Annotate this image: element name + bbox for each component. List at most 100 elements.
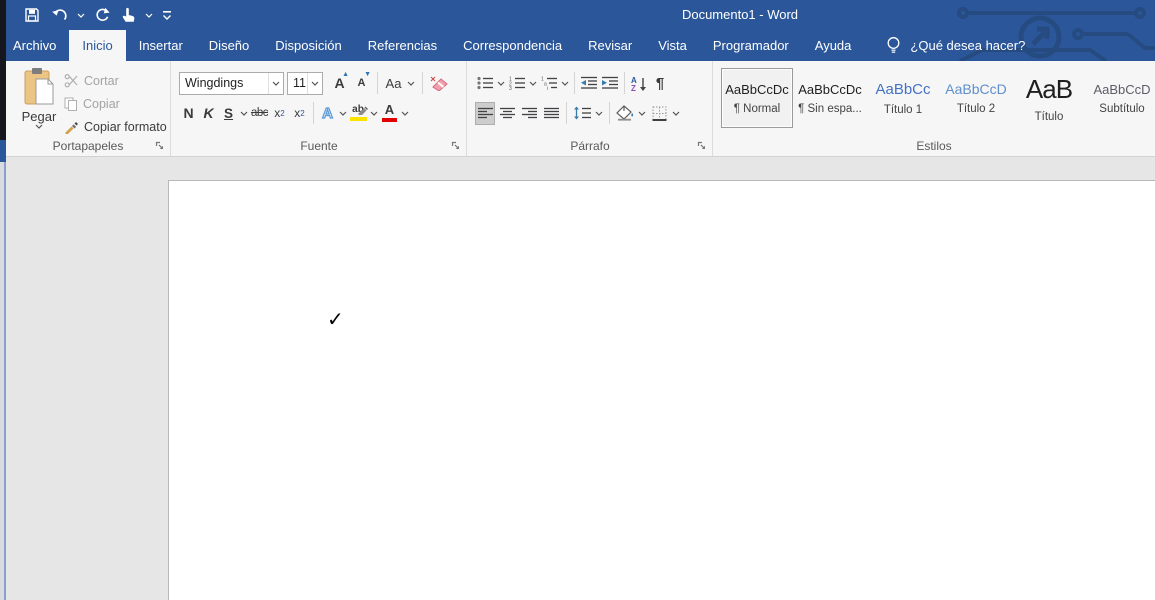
- undo-button[interactable]: [49, 3, 70, 27]
- style-titulo[interactable]: AaB Título: [1013, 68, 1085, 128]
- style-name: Título 2: [956, 103, 996, 115]
- align-right-button[interactable]: [519, 102, 539, 125]
- paragraph-row-2: [475, 100, 681, 126]
- touch-mode-dropdown[interactable]: [145, 3, 153, 27]
- chevron-down-icon[interactable]: [307, 72, 322, 94]
- font-size-combo[interactable]: 11: [287, 71, 323, 95]
- borders-dropdown[interactable]: [671, 102, 681, 125]
- tab-programador[interactable]: Programador: [700, 30, 802, 61]
- highlight-dropdown[interactable]: [369, 102, 379, 125]
- customize-qat-icon: [163, 11, 171, 20]
- font-dialog-launcher[interactable]: [449, 139, 462, 152]
- shading-dropdown[interactable]: [637, 102, 647, 125]
- multilevel-list-button[interactable]: 1ai: [539, 72, 559, 95]
- tab-referencias[interactable]: Referencias: [355, 30, 450, 61]
- paste-label: Pegar: [21, 109, 57, 124]
- bullets-dropdown[interactable]: [496, 72, 506, 95]
- tab-disposicion[interactable]: Disposición: [262, 30, 354, 61]
- tab-diseno[interactable]: Diseño: [196, 30, 262, 61]
- tab-insertar[interactable]: Insertar: [126, 30, 196, 61]
- paragraph-group-label: Párrafo: [570, 139, 610, 153]
- tab-ayuda[interactable]: Ayuda: [802, 30, 865, 61]
- underline-dropdown[interactable]: [239, 102, 249, 125]
- copy-button[interactable]: Copiar: [64, 92, 167, 115]
- format-painter-button[interactable]: Copiar formato: [64, 115, 167, 138]
- multilevel-list-dropdown[interactable]: [560, 72, 570, 95]
- style-sample: AaBbCc: [875, 80, 931, 98]
- style-sample: AaB: [1025, 73, 1073, 104]
- style-subtitulo[interactable]: AaBbCcD Subtítulo: [1086, 68, 1155, 128]
- paste-button[interactable]: Pegar: [16, 67, 62, 141]
- tab-correspondencia[interactable]: Correspondencia: [450, 30, 575, 61]
- save-button[interactable]: [22, 3, 42, 27]
- text-effects-button[interactable]: A: [318, 102, 337, 125]
- customize-qat-button[interactable]: [160, 3, 174, 27]
- style-sin-espaciado[interactable]: AaBbCcDc ¶ Sin espa...: [794, 68, 866, 128]
- superscript-button[interactable]: x2: [290, 102, 309, 125]
- highlight-pen-icon: [357, 106, 368, 115]
- subscript-button[interactable]: x2: [270, 102, 289, 125]
- clear-formatting-button[interactable]: [429, 72, 449, 95]
- tab-revisar[interactable]: Revisar: [575, 30, 645, 61]
- clipboard-dialog-launcher[interactable]: [153, 139, 166, 152]
- bold-button[interactable]: N: [179, 102, 198, 125]
- redo-button[interactable]: [92, 3, 112, 27]
- italic-button[interactable]: K: [199, 102, 218, 125]
- style-name: ¶ Normal: [733, 102, 781, 115]
- sort-button[interactable]: A Z: [629, 72, 649, 95]
- tab-inicio[interactable]: Inicio: [69, 30, 126, 61]
- touch-mouse-mode-button[interactable]: [119, 3, 138, 27]
- line-spacing-button[interactable]: [572, 102, 592, 125]
- borders-button[interactable]: [649, 102, 669, 125]
- style-normal[interactable]: AaBbCcDc ¶ Normal: [721, 68, 793, 128]
- change-case-dropdown[interactable]: [406, 72, 416, 95]
- svg-text:Z: Z: [631, 84, 636, 91]
- document-page[interactable]: ✓: [168, 180, 1155, 600]
- grow-font-button[interactable]: A ▲: [330, 71, 349, 95]
- undo-dropdown[interactable]: [77, 3, 85, 27]
- bold-glyph: N: [183, 105, 194, 121]
- align-left-button[interactable]: [475, 101, 495, 125]
- font-name-combo[interactable]: Wingdings: [179, 71, 284, 95]
- style-name: Título 1: [883, 103, 923, 116]
- increase-indent-button[interactable]: [600, 72, 620, 95]
- numbering-button[interactable]: 123: [507, 72, 527, 95]
- decrease-indent-button[interactable]: [579, 72, 599, 95]
- font-row-2: N K S abc x2 x2 A ab A: [179, 100, 410, 126]
- justify-button[interactable]: [541, 102, 561, 125]
- style-sample: AaBbCcDc: [798, 81, 862, 97]
- shading-button[interactable]: [615, 102, 635, 125]
- bullets-button[interactable]: [475, 72, 495, 95]
- show-paragraph-marks-button[interactable]: ¶: [650, 72, 670, 95]
- chevron-down-icon: [77, 13, 85, 18]
- shrink-font-button[interactable]: A ▼: [352, 71, 371, 95]
- style-gallery: AaBbCcDc ¶ Normal AaBbCcDc ¶ Sin espa...…: [721, 68, 1155, 128]
- increase-indent-icon: [602, 76, 618, 89]
- tell-me-button[interactable]: ¿Qué desea hacer?: [886, 30, 1025, 61]
- text-effects-dropdown[interactable]: [338, 102, 348, 125]
- tab-archivo[interactable]: Archivo: [0, 30, 69, 61]
- borders-icon: [652, 106, 666, 121]
- style-titulo-2[interactable]: AaBbCcD Título 2: [940, 68, 1012, 128]
- font-color-dropdown[interactable]: [400, 102, 410, 125]
- style-name: Título: [1034, 110, 1064, 123]
- tab-vista[interactable]: Vista: [645, 30, 700, 61]
- copy-label: Copiar: [83, 96, 120, 111]
- style-name: ¶ Sin espa...: [798, 102, 862, 115]
- align-center-button[interactable]: [497, 102, 517, 125]
- paragraph-dialog-launcher[interactable]: [695, 139, 708, 152]
- style-titulo-1[interactable]: AaBbCc Título 1: [867, 68, 939, 128]
- numbering-dropdown[interactable]: [528, 72, 538, 95]
- strikethrough-button[interactable]: abc: [250, 102, 269, 125]
- cut-button[interactable]: Cortar: [64, 69, 167, 92]
- font-color-button[interactable]: A: [380, 102, 399, 125]
- paragraph-row-1: 123 1ai A Z ¶: [475, 70, 670, 96]
- change-case-button[interactable]: Aa: [384, 72, 403, 95]
- background-window-edge-bottom: [0, 162, 6, 600]
- font-row-1: Wingdings 11 A ▲ A ▼ Aa: [179, 70, 449, 96]
- chevron-down-icon[interactable]: [268, 72, 283, 94]
- line-spacing-dropdown[interactable]: [594, 102, 604, 125]
- divider: [574, 72, 575, 94]
- highlight-button[interactable]: ab: [349, 102, 368, 125]
- underline-button[interactable]: S: [219, 102, 238, 125]
